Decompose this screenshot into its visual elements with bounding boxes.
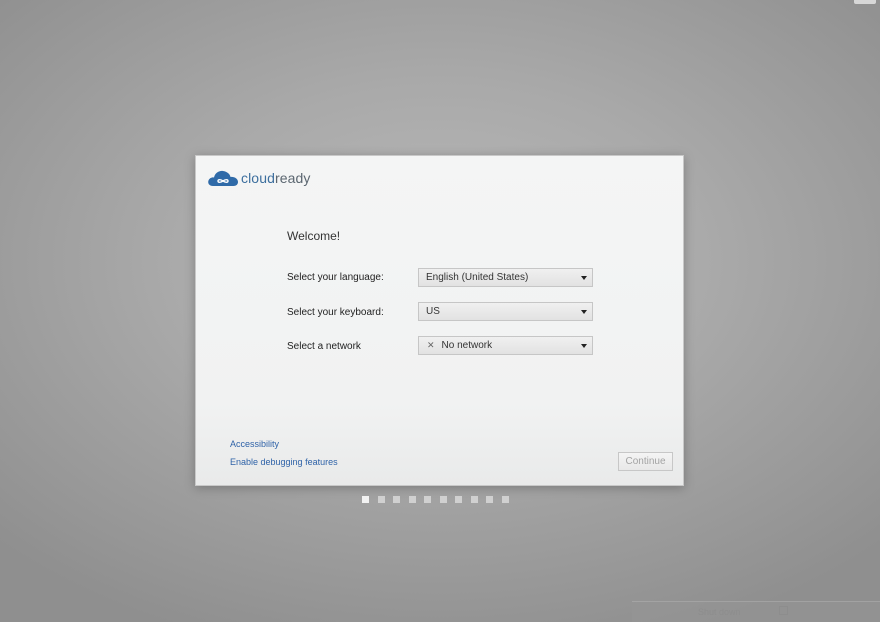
network-select-value: No network bbox=[441, 340, 493, 351]
status-area[interactable] bbox=[854, 0, 876, 4]
network-select[interactable]: ✕ No network bbox=[418, 336, 593, 355]
cloud-infinity-icon bbox=[208, 170, 238, 186]
language-select[interactable]: English (United States) bbox=[418, 268, 593, 287]
dropdown-arrow-icon bbox=[581, 310, 587, 314]
dropdown-arrow-icon bbox=[581, 276, 587, 280]
network-label: Select a network bbox=[287, 341, 361, 352]
step-dot bbox=[455, 496, 462, 503]
keyboard-select-value: US bbox=[426, 306, 440, 317]
language-label: Select your language: bbox=[287, 272, 384, 283]
enable-debugging-link[interactable]: Enable debugging features bbox=[230, 457, 338, 467]
cloudready-logo: cloudready bbox=[207, 168, 311, 188]
continue-button[interactable]: Continue bbox=[618, 452, 673, 471]
welcome-heading: Welcome! bbox=[287, 229, 341, 243]
language-select-value: English (United States) bbox=[426, 272, 529, 283]
login-shelf: Shut down bbox=[632, 601, 880, 622]
dropdown-arrow-icon bbox=[581, 344, 587, 348]
step-indicator bbox=[362, 496, 517, 503]
shutdown-button[interactable]: Shut down bbox=[698, 607, 741, 617]
no-network-icon: ✕ bbox=[427, 340, 435, 350]
accessibility-link[interactable]: Accessibility bbox=[230, 439, 279, 449]
oobe-dialog: cloudready Welcome! Select your language… bbox=[195, 155, 684, 486]
step-dot bbox=[439, 496, 447, 503]
keyboard-label: Select your keyboard: bbox=[287, 307, 384, 318]
step-dot bbox=[470, 496, 478, 503]
step-dot bbox=[501, 496, 509, 503]
step-dot bbox=[393, 496, 400, 503]
step-dot bbox=[408, 496, 416, 503]
keyboard-select[interactable]: US bbox=[418, 302, 593, 321]
step-dot bbox=[424, 496, 431, 503]
step-dot bbox=[486, 496, 493, 503]
step-dot bbox=[362, 496, 369, 503]
step-dot bbox=[377, 496, 385, 503]
power-icon[interactable] bbox=[779, 606, 788, 615]
logo-wordmark: cloudready bbox=[241, 170, 311, 186]
